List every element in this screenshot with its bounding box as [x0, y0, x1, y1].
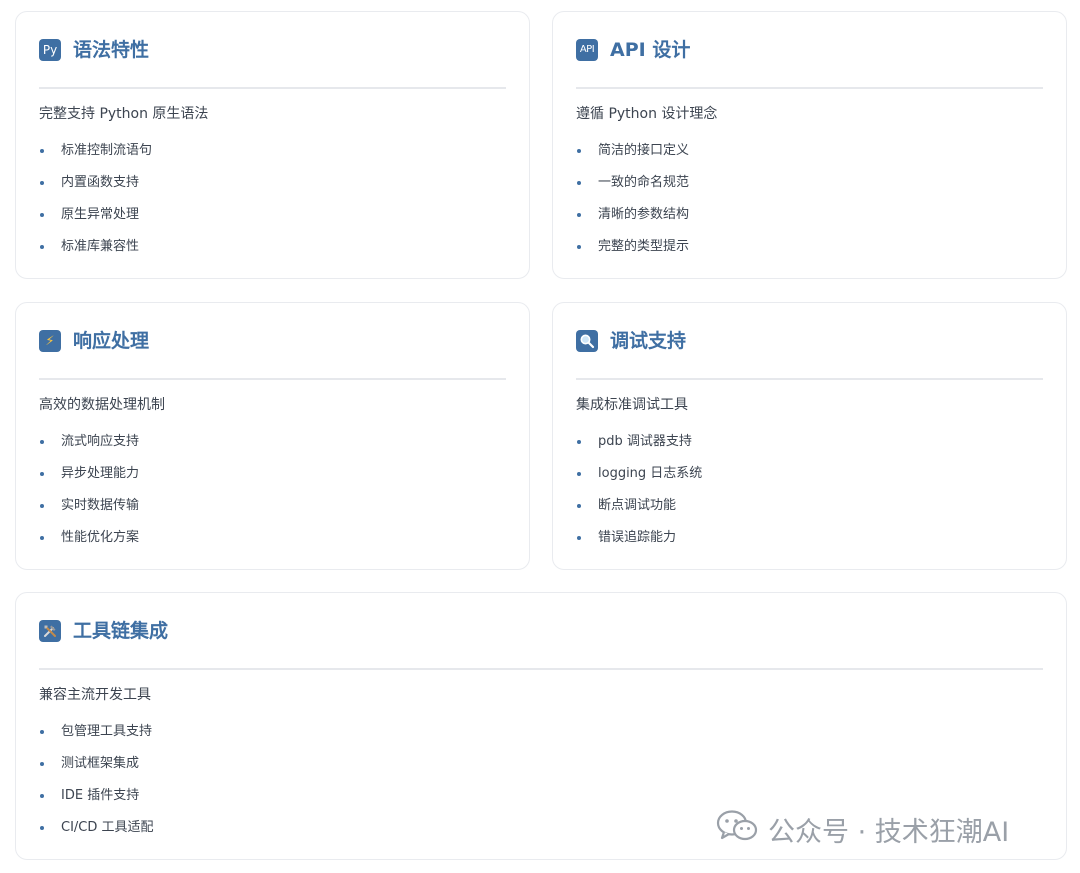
bullet-icon — [40, 794, 44, 798]
bullet-icon — [577, 149, 581, 153]
list-item: 流式响应支持 — [39, 429, 139, 461]
bullet-icon — [40, 762, 44, 766]
watermark: 公众号 · 技术狂潮AI — [716, 809, 1010, 850]
feature-card-api: API API 设计 遵循 Python 设计理念 简洁的接口定义 一致的命名规… — [552, 11, 1067, 279]
card-header: Py 语法特性 — [39, 36, 506, 89]
list-item-text: 错误追踪能力 — [598, 530, 677, 545]
feature-list: pdb 调试器支持 logging 日志系统 断点调试功能 错误追踪能力 — [576, 429, 702, 557]
list-item-text: 测试框架集成 — [61, 756, 140, 771]
bullet-icon — [577, 472, 581, 476]
bullet-icon — [40, 826, 44, 830]
card-subtitle: 兼容主流开发工具 — [39, 687, 151, 703]
card-title: 语法特性 — [73, 39, 150, 61]
list-item: IDE 插件支持 — [39, 783, 154, 815]
list-item: 标准控制流语句 — [39, 138, 152, 170]
list-item-text: logging 日志系统 — [598, 466, 703, 481]
bullet-icon — [577, 213, 581, 217]
list-item-text: 实时数据传输 — [61, 498, 140, 513]
list-item: 清晰的参数结构 — [576, 202, 689, 234]
list-item: 实时数据传输 — [39, 493, 139, 525]
list-item-text: 性能优化方案 — [61, 530, 140, 545]
card-header: ⚡ 响应处理 — [39, 327, 506, 380]
magnifier-icon — [576, 330, 598, 352]
bullet-icon — [40, 181, 44, 185]
wechat-icon — [716, 809, 758, 850]
card-title: 调试支持 — [610, 330, 687, 352]
list-item-text: 标准库兼容性 — [61, 239, 140, 254]
bullet-icon — [40, 536, 44, 540]
card-title: 工具链集成 — [73, 620, 169, 642]
bullet-icon — [577, 181, 581, 185]
feature-card-response: ⚡ 响应处理 高效的数据处理机制 流式响应支持 异步处理能力 实时数据传输 性能… — [15, 302, 530, 570]
list-item-text: pdb 调试器支持 — [598, 434, 692, 449]
card-subtitle: 完整支持 Python 原生语法 — [39, 106, 209, 122]
watermark-text: 公众号 · 技术狂潮AI — [768, 816, 1010, 848]
card-header: API API 设计 — [576, 36, 1043, 89]
bullet-icon — [40, 213, 44, 217]
list-item: 简洁的接口定义 — [576, 138, 689, 170]
card-subtitle: 集成标准调试工具 — [576, 397, 688, 413]
bullet-icon — [40, 730, 44, 734]
list-item-text: 简洁的接口定义 — [598, 143, 690, 158]
list-item-text: 完整的类型提示 — [598, 239, 690, 254]
lightning-icon: ⚡ — [39, 330, 61, 352]
api-icon: API — [576, 39, 598, 61]
card-subtitle: 高效的数据处理机制 — [39, 397, 165, 413]
bullet-icon — [40, 245, 44, 249]
tools-icon — [39, 620, 61, 642]
feature-card-syntax: Py 语法特性 完整支持 Python 原生语法 标准控制流语句 内置函数支持 … — [15, 11, 530, 279]
list-item: 内置函数支持 — [39, 170, 152, 202]
bullet-icon — [577, 504, 581, 508]
list-item: 测试框架集成 — [39, 751, 154, 783]
bullet-icon — [577, 536, 581, 540]
feature-list: 流式响应支持 异步处理能力 实时数据传输 性能优化方案 — [39, 429, 139, 557]
list-item-text: 一致的命名规范 — [598, 175, 690, 190]
list-item: 性能优化方案 — [39, 525, 139, 557]
list-item: 标准库兼容性 — [39, 234, 152, 266]
list-item-text: 原生异常处理 — [61, 207, 140, 222]
list-item-text: IDE 插件支持 — [61, 788, 140, 803]
list-item-text: 流式响应支持 — [61, 434, 140, 449]
feature-list: 标准控制流语句 内置函数支持 原生异常处理 标准库兼容性 — [39, 138, 152, 266]
card-subtitle: 遵循 Python 设计理念 — [576, 106, 718, 122]
card-title: 响应处理 — [73, 330, 150, 352]
list-item: pdb 调试器支持 — [576, 429, 702, 461]
list-item: CI/CD 工具适配 — [39, 815, 154, 847]
list-item: 包管理工具支持 — [39, 719, 154, 751]
bullet-icon — [577, 440, 581, 444]
list-item: 原生异常处理 — [39, 202, 152, 234]
feature-list: 简洁的接口定义 一致的命名规范 清晰的参数结构 完整的类型提示 — [576, 138, 689, 266]
bullet-icon — [577, 245, 581, 249]
list-item-text: 内置函数支持 — [61, 175, 140, 190]
python-icon: Py — [39, 39, 61, 61]
feature-card-debug: 调试支持 集成标准调试工具 pdb 调试器支持 logging 日志系统 断点调… — [552, 302, 1067, 570]
card-header: 工具链集成 — [39, 617, 1043, 670]
list-item-text: 异步处理能力 — [61, 466, 140, 481]
list-item-text: 标准控制流语句 — [61, 143, 153, 158]
list-item-text: 清晰的参数结构 — [598, 207, 690, 222]
card-title: API 设计 — [610, 39, 691, 61]
list-item: 断点调试功能 — [576, 493, 702, 525]
feature-list: 包管理工具支持 测试框架集成 IDE 插件支持 CI/CD 工具适配 — [39, 719, 154, 847]
list-item-text: 断点调试功能 — [598, 498, 677, 513]
bullet-icon — [40, 149, 44, 153]
list-item-text: 包管理工具支持 — [61, 724, 153, 739]
card-header: 调试支持 — [576, 327, 1043, 380]
bullet-icon — [40, 472, 44, 476]
list-item-text: CI/CD 工具适配 — [61, 820, 154, 835]
bullet-icon — [40, 504, 44, 508]
list-item: logging 日志系统 — [576, 461, 702, 493]
list-item: 错误追踪能力 — [576, 525, 702, 557]
list-item: 异步处理能力 — [39, 461, 139, 493]
list-item: 完整的类型提示 — [576, 234, 689, 266]
bullet-icon — [40, 440, 44, 444]
list-item: 一致的命名规范 — [576, 170, 689, 202]
